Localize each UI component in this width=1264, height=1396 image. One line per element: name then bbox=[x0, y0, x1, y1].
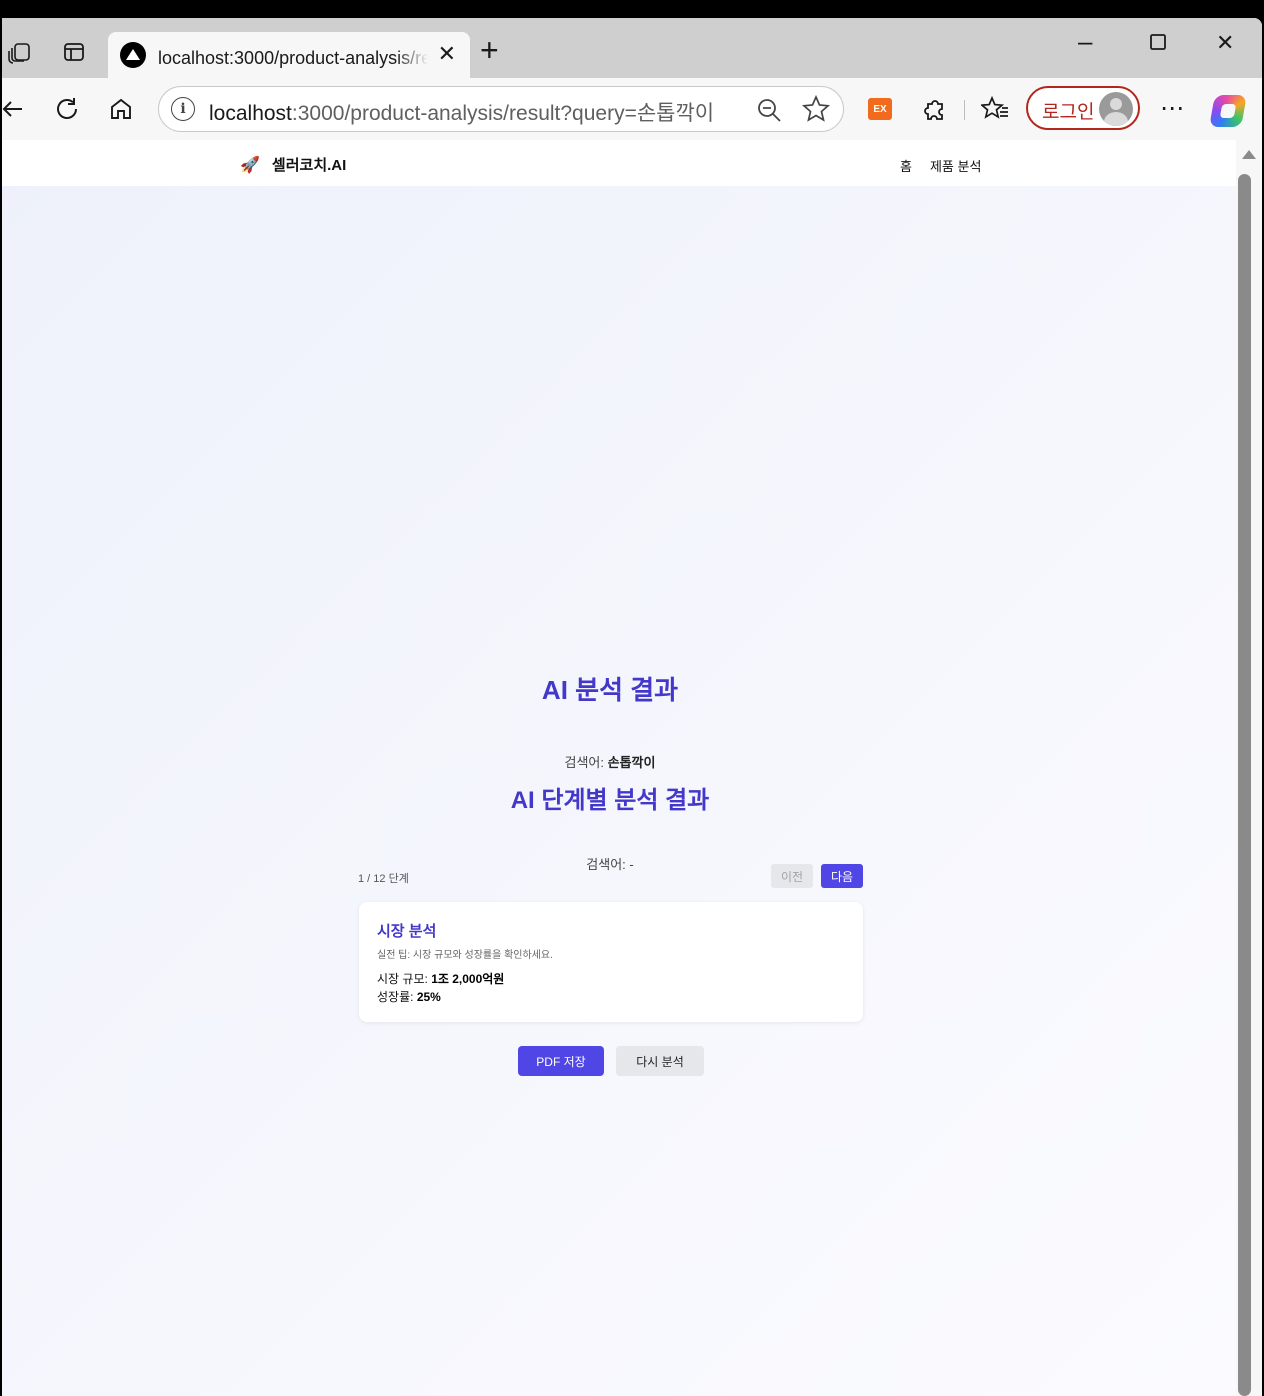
query-value: 손톱깍이 bbox=[607, 755, 656, 770]
login-label: 로그인 bbox=[1042, 102, 1095, 123]
zoom-out-icon[interactable] bbox=[755, 96, 783, 124]
vertical-scrollbar[interactable] bbox=[1236, 140, 1262, 1396]
card-title: 시장 분석 bbox=[377, 923, 437, 940]
copilot-icon[interactable] bbox=[1209, 95, 1247, 127]
url-host: localhost bbox=[209, 102, 292, 125]
close-window-icon[interactable]: ✕ bbox=[1216, 32, 1234, 54]
card-tip: 실전 팁: 시장 규모와 성장률을 확인하세요. bbox=[377, 950, 553, 961]
market-size-label: 시장 규모: bbox=[377, 972, 428, 986]
rocket-icon: 🚀 bbox=[240, 156, 260, 174]
market-size-value: 1조 2,000억원 bbox=[431, 972, 505, 986]
step-card: 시장 분석 실전 팁: 시장 규모와 성장률을 확인하세요. 시장 규모: 1조… bbox=[359, 902, 863, 1022]
prev-button[interactable]: 이전 bbox=[771, 864, 813, 888]
avatar-icon bbox=[1099, 92, 1133, 126]
active-tab[interactable]: localhost:3000/product-analysis/result?q… bbox=[108, 32, 470, 78]
favorites-list-icon[interactable] bbox=[978, 92, 1012, 126]
reanalyze-button[interactable]: 다시 분석 bbox=[616, 1046, 704, 1076]
favorite-star-icon[interactable] bbox=[801, 94, 831, 124]
brand-name: 셀러코치.AI bbox=[271, 157, 347, 174]
nav-product-analysis-link[interactable]: 제품 분석 bbox=[930, 156, 981, 175]
toolbar-divider bbox=[964, 100, 965, 120]
extensions-puzzle-icon[interactable] bbox=[918, 92, 952, 126]
minimize-icon[interactable]: – bbox=[1078, 28, 1092, 54]
tab-title: localhost:3000/product-analysis/result?q… bbox=[158, 48, 428, 68]
tab-bar: localhost:3000/product-analysis/result?q… bbox=[2, 18, 1262, 78]
scroll-up-arrow-icon[interactable] bbox=[1242, 150, 1256, 159]
growth-rate-label: 성장률: bbox=[377, 990, 414, 1004]
address-toolbar: i localhost:3000/product-analysis/result… bbox=[2, 78, 1262, 140]
tab-actions-icon[interactable] bbox=[60, 38, 88, 66]
page-viewport: 🚀 셀러코치.AI 홈 제품 분석 AI 분석 결과 검색어: 손톱깍이 AI … bbox=[2, 140, 1236, 1396]
next-button[interactable]: 다음 bbox=[821, 864, 863, 888]
maximize-icon[interactable] bbox=[1148, 32, 1168, 56]
pdf-save-button[interactable]: PDF 저장 bbox=[518, 1046, 604, 1076]
nextjs-favicon-icon bbox=[120, 42, 146, 68]
site-nav: 홈 제품 분석 bbox=[900, 156, 981, 175]
workspaces-icon[interactable] bbox=[6, 38, 34, 66]
query-label: 검색어: bbox=[564, 755, 605, 770]
site-info-icon[interactable]: i bbox=[171, 97, 195, 121]
step-counter: 1 / 12 단계 bbox=[358, 873, 409, 885]
search-query-line: 검색어: 손톱깍이 bbox=[2, 752, 1218, 771]
url-text[interactable]: localhost:3000/product-analysis/result?q… bbox=[209, 97, 714, 127]
action-buttons: PDF 저장 다시 분석 bbox=[518, 1046, 704, 1076]
new-tab-icon[interactable]: + bbox=[480, 34, 499, 66]
more-menu-icon[interactable]: ⋯ bbox=[1160, 94, 1185, 123]
back-icon[interactable] bbox=[2, 92, 30, 126]
step-section-title: AI 단계별 분석 결과 bbox=[510, 787, 710, 814]
profile-login-button[interactable]: 로그인 bbox=[1026, 86, 1140, 130]
page-title: AI 분석 결과 bbox=[541, 675, 679, 705]
address-bar[interactable]: i localhost:3000/product-analysis/result… bbox=[158, 86, 844, 132]
home-icon[interactable] bbox=[104, 92, 138, 126]
browser-window: localhost:3000/product-analysis/result?q… bbox=[2, 18, 1262, 1396]
market-size-line: 시장 규모: 1조 2,000억원 bbox=[377, 970, 504, 987]
nav-home-link[interactable]: 홈 bbox=[900, 156, 912, 175]
scroll-thumb[interactable] bbox=[1238, 174, 1251, 1396]
refresh-icon[interactable] bbox=[50, 92, 84, 126]
ex-extension-icon[interactable]: EX bbox=[868, 98, 892, 120]
site-header: 🚀 셀러코치.AI 홈 제품 분석 bbox=[2, 140, 1236, 186]
growth-rate-value: 25% bbox=[416, 990, 441, 1004]
growth-rate-line: 성장률: 25% bbox=[377, 988, 441, 1005]
step-navigation: 1 / 12 단계 이전 다음 bbox=[358, 864, 863, 888]
url-path: :3000/product-analysis/result?query=손톱깍이 bbox=[291, 102, 715, 125]
brand[interactable]: 🚀 셀러코치.AI bbox=[240, 154, 346, 175]
tab-close-icon[interactable]: ✕ bbox=[438, 43, 456, 65]
